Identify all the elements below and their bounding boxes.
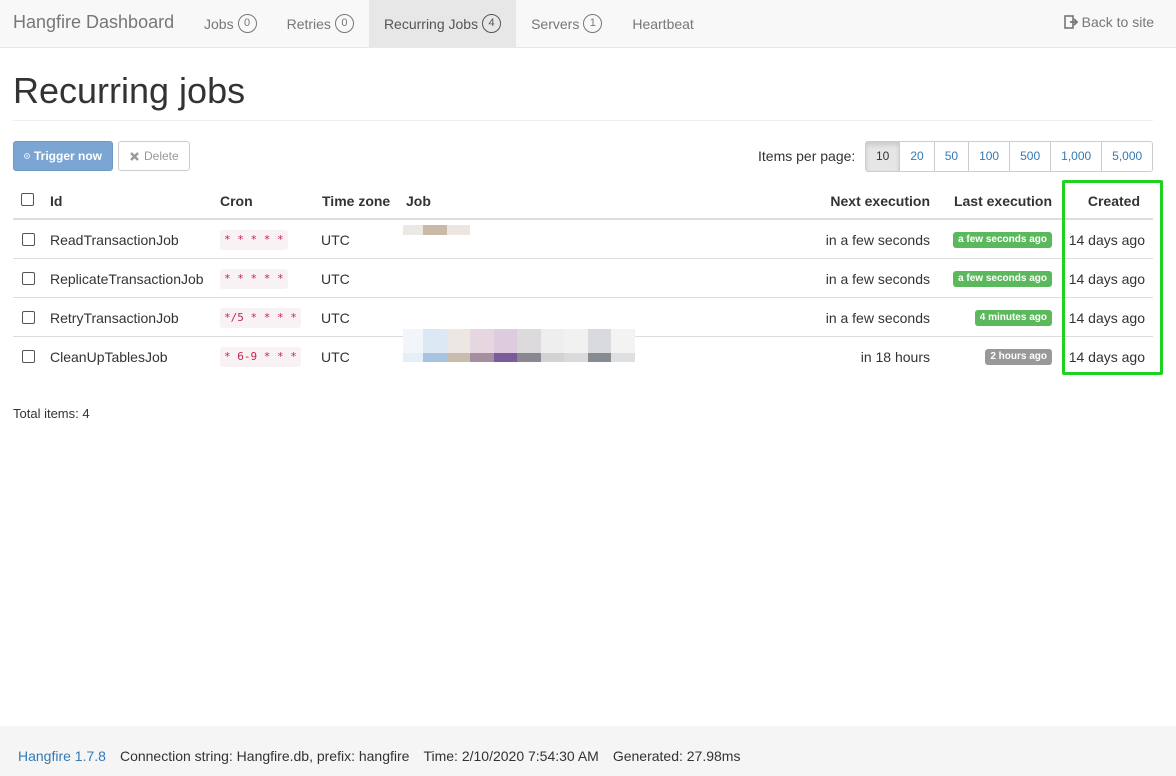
brand-link[interactable]: Hangfire Dashboard <box>13 11 174 33</box>
job-id[interactable]: ReadTransactionJob <box>50 232 179 248</box>
recurring-jobs-count-badge: 4 <box>482 14 502 33</box>
nav-item-label: Recurring Jobs <box>383 15 479 32</box>
version-link[interactable]: Hangfire 1.7.8 <box>18 748 106 764</box>
nav-item-jobs[interactable]: Jobs 0 <box>189 0 272 47</box>
nav-menu: Jobs 0 Retries 0 Recurring Jobs 4 Server… <box>189 0 709 47</box>
page-size-option[interactable]: 5,000 <box>1101 141 1154 172</box>
redacted-job-text <box>403 353 635 362</box>
cron-expression: * * * * * <box>220 230 288 250</box>
nav-item-label: Heartbeat <box>632 15 694 32</box>
back-to-site-label: Back to site <box>1081 14 1154 30</box>
page-size-option[interactable]: 10 <box>865 141 901 172</box>
page-size-option[interactable]: 1,000 <box>1050 141 1103 172</box>
servers-count-badge: 1 <box>583 14 603 33</box>
page-title: Recurring jobs <box>13 70 246 111</box>
job-id[interactable]: RetryTransactionJob <box>50 310 179 326</box>
next-execution: in a few seconds <box>825 310 930 326</box>
timezone: UTC <box>321 349 350 365</box>
footer: Hangfire 1.7.8 Connection string: Hangfi… <box>0 726 1176 776</box>
jobs-count-badge: 0 <box>237 14 257 33</box>
column-header-cron[interactable]: Cron <box>220 193 253 209</box>
connection-string: Connection string: Hangfire.db, prefix: … <box>119 748 410 764</box>
table-row[interactable]: ReadTransactionJob * * * * * UTC in a fe… <box>13 220 1153 259</box>
last-execution-badge[interactable]: 4 minutes ago <box>974 310 1052 326</box>
last-execution-badge[interactable]: 2 hours ago <box>985 349 1052 365</box>
job-id[interactable]: ReplicateTransactionJob <box>50 271 204 287</box>
next-execution: in a few seconds <box>825 232 930 248</box>
back-to-site-link[interactable]: Back to site <box>1063 14 1154 30</box>
column-header-timezone[interactable]: Time zone <box>322 193 390 209</box>
next-execution: in 18 hours <box>860 349 930 365</box>
table-row[interactable]: ReplicateTransactionJob * * * * * UTC in… <box>13 259 1153 298</box>
play-circle-icon <box>24 153 30 159</box>
column-header-id[interactable]: Id <box>50 193 62 209</box>
cron-expression: */5 * * * * <box>220 308 301 328</box>
nav-item-label: Jobs <box>204 15 234 32</box>
row-checkbox[interactable] <box>22 350 35 363</box>
row-checkbox[interactable] <box>22 233 35 246</box>
trigger-now-label: Trigger now <box>33 149 102 163</box>
redacted-job-text <box>403 329 635 353</box>
page-size-option[interactable]: 20 <box>899 141 935 172</box>
retries-count-badge: 0 <box>334 14 354 33</box>
row-checkbox[interactable] <box>22 272 35 285</box>
column-header-next-execution[interactable]: Next execution <box>830 193 930 209</box>
nav-item-retries[interactable]: Retries 0 <box>272 0 369 47</box>
created-column-highlight <box>1062 180 1163 375</box>
server-time: Time: 2/10/2020 7:54:30 AM <box>423 748 599 764</box>
column-header-job[interactable]: Job <box>406 193 431 209</box>
page-size-option[interactable]: 100 <box>968 141 1011 172</box>
last-execution-badge[interactable]: a few seconds ago <box>953 232 1052 248</box>
generated-time: Generated: 27.98ms <box>612 748 741 764</box>
nav-item-label: Retries <box>286 15 331 32</box>
row-checkbox[interactable] <box>22 311 35 324</box>
column-header-last-execution[interactable]: Last execution <box>954 193 1052 209</box>
nav-item-label: Servers <box>531 15 580 32</box>
delete-button[interactable]: Delete <box>118 141 190 171</box>
timezone: UTC <box>321 232 350 248</box>
page-size-option[interactable]: 50 <box>933 141 970 172</box>
page-size-selector: 10 20 50 100 500 1,000 5,000 <box>865 141 1154 172</box>
navbar: Hangfire Dashboard Jobs 0 Retries 0 Recu… <box>0 0 1176 48</box>
nav-item-heartbeat[interactable]: Heartbeat <box>617 0 708 47</box>
redacted-job-text <box>403 225 470 235</box>
trigger-now-button[interactable]: Trigger now <box>13 141 113 171</box>
close-icon <box>130 151 139 161</box>
total-items: Total items: 4 <box>13 406 90 421</box>
cron-expression: * 6-9 * * * <box>220 347 301 367</box>
job-id[interactable]: CleanUpTablesJob <box>50 349 168 365</box>
table-header: Id Cron Time zone Job Next execution Las… <box>13 182 1153 220</box>
cron-expression: * * * * * <box>220 269 288 289</box>
items-per-page-label: Items per page: <box>758 148 856 164</box>
timezone: UTC <box>321 271 350 287</box>
page-size-option[interactable]: 500 <box>1009 141 1052 172</box>
timezone: UTC <box>321 310 350 326</box>
nav-item-servers[interactable]: Servers 1 <box>516 0 617 47</box>
nav-item-recurring-jobs[interactable]: Recurring Jobs 4 <box>368 0 517 47</box>
title-divider <box>13 120 1153 121</box>
next-execution: in a few seconds <box>825 271 930 287</box>
log-out-icon <box>1063 15 1078 29</box>
select-all-checkbox[interactable] <box>21 193 34 206</box>
delete-label: Delete <box>144 149 179 163</box>
last-execution-badge[interactable]: a few seconds ago <box>953 271 1052 287</box>
